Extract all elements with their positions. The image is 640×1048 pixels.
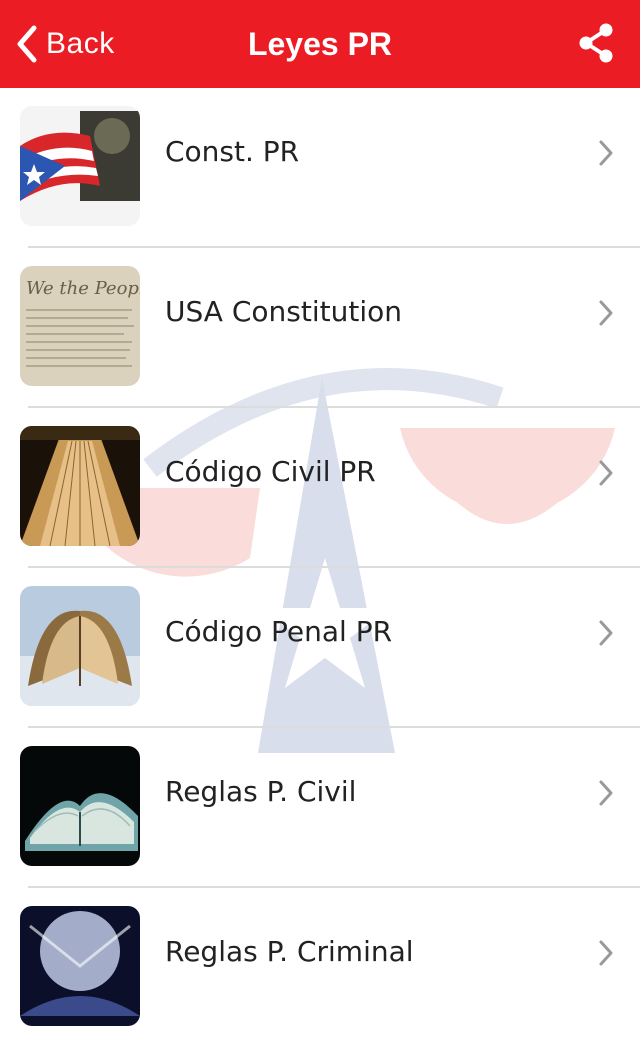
list-item-reglas-p-civil[interactable]: Reglas P. Civil	[0, 728, 640, 888]
book-pages-thumbnail	[20, 746, 140, 866]
svg-text:We the People: We the People	[26, 278, 140, 299]
list-item-const-pr[interactable]: Const. PR	[0, 88, 640, 248]
list-item-codigo-civil-pr[interactable]: Código Civil PR	[0, 408, 640, 568]
list-item-label: Código Penal PR	[165, 615, 393, 648]
chevron-right-icon	[599, 300, 613, 326]
chevron-right-icon	[599, 140, 613, 166]
book-light-thumbnail	[20, 906, 140, 1026]
back-button[interactable]: Back	[14, 16, 115, 72]
list-item-usa-constitution[interactable]: We the People USA Constitution	[0, 248, 640, 408]
list-item-reglas-p-criminal[interactable]: Reglas P. Criminal	[0, 888, 640, 1048]
list-item-label: USA Constitution	[165, 295, 402, 328]
laws-list: Const. PR We the People USA Constitution	[0, 88, 640, 1048]
list-item-label: Reglas P. Criminal	[165, 935, 414, 968]
open-book-thumbnail	[20, 426, 140, 546]
share-icon[interactable]	[576, 22, 618, 64]
back-label: Back	[46, 27, 115, 60]
list-item-codigo-penal-pr[interactable]: Código Penal PR	[0, 568, 640, 728]
parchment-thumbnail: We the People	[20, 266, 140, 386]
chevron-right-icon	[599, 620, 613, 646]
puerto-rico-flag-thumbnail	[20, 106, 140, 226]
chevron-right-icon	[599, 780, 613, 806]
chevron-right-icon	[599, 460, 613, 486]
list-item-label: Código Civil PR	[165, 455, 376, 488]
fanned-book-thumbnail	[20, 586, 140, 706]
chevron-right-icon	[599, 940, 613, 966]
app-header: Back Leyes PR	[0, 0, 640, 88]
list-item-label: Reglas P. Civil	[165, 775, 357, 808]
chevron-left-icon	[17, 25, 37, 63]
list-item-label: Const. PR	[165, 135, 300, 168]
